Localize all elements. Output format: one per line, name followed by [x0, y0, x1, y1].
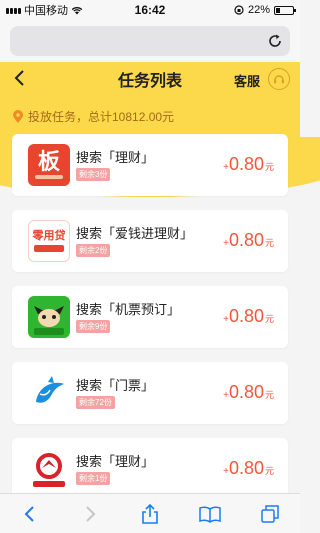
price-value: 0.80	[228, 154, 264, 174]
ban-app-icon: 板	[28, 144, 70, 186]
tabs-icon[interactable]	[258, 502, 282, 526]
task-price: +0.80 元	[223, 458, 274, 479]
ban-icon-text: 板	[37, 149, 60, 174]
remaining-badge: 剩余72份	[76, 396, 115, 409]
price-unit: 元	[264, 314, 274, 324]
task-price: +0.80 元	[223, 382, 274, 403]
task-price: +0.80 元	[223, 230, 274, 251]
task-list: 板 搜索「理财」 剩余3份 +0.80 元 零用贷 搜索「爱钱进理财」 剩余2份 …	[12, 134, 288, 514]
back-nav-icon[interactable]	[18, 502, 42, 526]
task-card[interactable]: 搜索「机票预订」 剩余9份 +0.80 元	[12, 286, 288, 348]
lingyongdai-icon-stripe	[34, 244, 64, 252]
task-price: +0.80 元	[223, 154, 274, 175]
cow-app-icon	[28, 296, 70, 338]
summary-text: 投放任务，总计10812.00元	[28, 110, 175, 124]
bookmarks-icon[interactable]	[198, 502, 222, 526]
task-name: 搜索「理财」	[76, 454, 155, 469]
price-value: 0.80	[228, 458, 264, 478]
task-price: +0.80 元	[223, 306, 274, 327]
task-card[interactable]: 搜索「理财」 剩余1份 +0.80 元	[12, 438, 288, 500]
task-name: 搜索「机票预订」	[76, 302, 181, 317]
dolphin-app-icon	[28, 372, 70, 414]
dolphin-icon	[36, 376, 64, 403]
task-card[interactable]: 零用贷 搜索「爱钱进理财」 剩余2份 +0.80 元	[12, 210, 288, 272]
ban-icon-stripe	[35, 175, 63, 179]
cow-icon	[34, 306, 64, 335]
status-bar: 中国移动 16:42 22%	[0, 0, 300, 20]
remaining-badge: 剩余9份	[76, 320, 111, 333]
service-button[interactable]: 客服	[234, 71, 260, 90]
price-unit: 元	[264, 466, 274, 476]
bank-icon	[33, 453, 65, 487]
remaining-badge: 剩余2份	[76, 244, 111, 257]
bank-app-icon	[28, 448, 70, 490]
remaining-badge: 剩余3份	[76, 168, 111, 181]
forward-nav-icon[interactable]	[78, 502, 102, 526]
task-card[interactable]: 板 搜索「理财」 剩余3份 +0.80 元	[12, 134, 288, 196]
browser-bar	[0, 20, 300, 62]
lingyongdai-icon-text: 零用贷	[32, 229, 66, 242]
browser-toolbar	[0, 493, 300, 533]
price-unit: 元	[264, 162, 274, 172]
task-name: 搜索「爱钱进理财」	[76, 226, 194, 241]
status-time: 16:42	[134, 3, 166, 17]
reload-icon[interactable]	[266, 32, 284, 50]
task-card[interactable]: 搜索「门票」 剩余72份 +0.80 元	[12, 362, 288, 424]
location-pin-icon	[13, 109, 23, 123]
lingyongdai-app-icon: 零用贷	[28, 220, 70, 262]
price-value: 0.80	[228, 230, 264, 250]
battery-icon	[274, 5, 296, 15]
remaining-badge: 剩余1份	[76, 472, 111, 485]
task-name: 搜索「门票」	[76, 378, 155, 393]
price-value: 0.80	[228, 382, 264, 402]
nav-bar: 任务列表 客服	[0, 62, 300, 96]
url-field[interactable]	[10, 26, 290, 56]
headset-icon[interactable]	[268, 68, 290, 90]
price-unit: 元	[264, 390, 274, 400]
task-name: 搜索「理财」	[76, 150, 155, 165]
summary-row: 投放任务，总计10812.00元	[12, 108, 174, 125]
price-unit: 元	[264, 238, 274, 248]
price-value: 0.80	[228, 306, 264, 326]
share-icon[interactable]	[138, 502, 162, 526]
